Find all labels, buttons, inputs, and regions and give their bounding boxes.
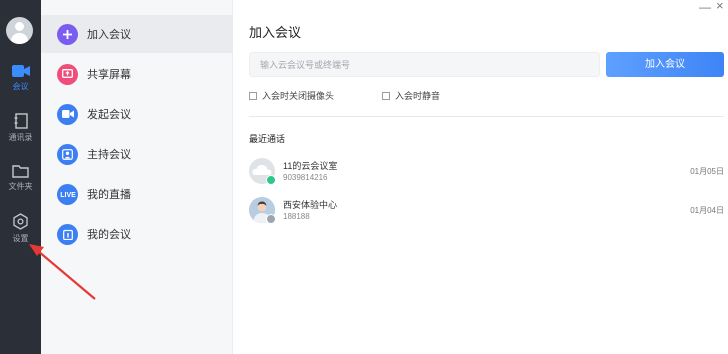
contact-number: 9039814216 [283, 173, 328, 182]
minimize-button[interactable]: — [699, 0, 711, 14]
status-badge [266, 175, 276, 185]
recent-call-row[interactable]: 11的云会议室 9039814216 01月05日 [249, 158, 724, 190]
divider [249, 116, 724, 117]
recent-calls-title: 最近通话 [249, 134, 286, 144]
app-window: 会议 通讯录 文件夹 设置 加入会议 共享屏幕 发起会议 主持会议 LIVE 我… [0, 0, 728, 354]
contact-name: 西安体验中心 [283, 200, 338, 210]
call-date: 01月05日 [690, 167, 724, 176]
camera-off-checkbox[interactable]: 入会时关闭摄像头 [249, 89, 334, 102]
recent-call-row[interactable]: 西安体验中心 188188 01月04日 [249, 197, 724, 229]
mute-checkbox[interactable]: 入会时静音 [382, 89, 440, 102]
contact-number: 188188 [283, 212, 310, 221]
checkbox-label: 入会时静音 [395, 91, 441, 101]
page-title: 加入会议 [249, 25, 302, 40]
call-date: 01月04日 [690, 206, 724, 215]
checkbox-box[interactable] [249, 91, 257, 100]
close-button[interactable]: × [716, 0, 724, 13]
checkbox-label: 入会时关闭摄像头 [262, 91, 335, 101]
checkbox-box[interactable] [382, 91, 390, 100]
contact-name: 11的云会议室 [283, 161, 338, 171]
join-meeting-button[interactable]: 加入会议 [606, 52, 724, 77]
annotation-arrow-icon [29, 244, 96, 300]
meeting-number-input[interactable] [249, 52, 600, 77]
join-meeting-panel: — × 加入会议 加入会议 入会时关闭摄像头 入会时静音 最近通话 11的云会议… [233, 0, 728, 354]
status-badge [266, 214, 276, 224]
